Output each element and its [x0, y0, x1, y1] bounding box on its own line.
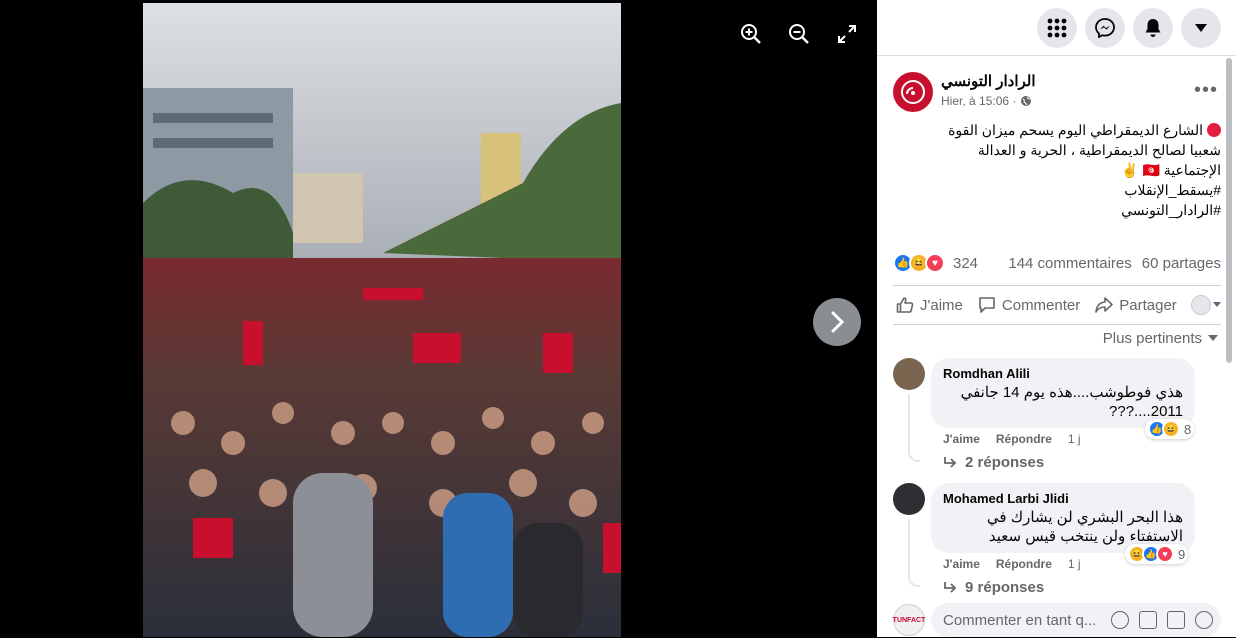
- post-line: الشارع الديمقراطي اليوم يسحم ميزان القوة: [901, 120, 1221, 140]
- post-action-bar: J'aime Commenter Partager: [893, 285, 1221, 325]
- love-reaction-icon: ♥: [925, 253, 945, 273]
- love-reaction-icon: ♥: [1156, 545, 1174, 563]
- comment-actions: J'aime Répondre 1 j: [943, 557, 1081, 571]
- camera-icon[interactable]: [1139, 611, 1157, 629]
- reaction-count[interactable]: 324: [953, 255, 978, 272]
- comment-reaction-count: 8: [1184, 421, 1192, 437]
- post-time-text: Hier, à 15:06 ·: [941, 94, 1017, 108]
- comment-author[interactable]: Mohamed Larbi Jlidi: [943, 491, 1183, 506]
- radar-logo-icon: [901, 80, 925, 104]
- replies-label: 9 réponses: [965, 579, 1045, 596]
- fullscreen-icon[interactable]: [835, 22, 859, 46]
- comment-bubble: Romdhan Alili هذي فوطوشب....هذه يوم 14 ج…: [931, 358, 1195, 428]
- sort-label: Plus pertinents: [1102, 330, 1202, 347]
- comment-reactions[interactable]: 👍 😆 8: [1145, 419, 1195, 439]
- composer-icons: [1111, 611, 1221, 629]
- post-header: الرادار التونسي Hier, à 15:06 ·: [893, 72, 1036, 112]
- haha-reaction-icon: 😆: [1162, 420, 1180, 438]
- current-profile-avatar: [1191, 295, 1211, 315]
- globe-icon: [1021, 96, 1032, 106]
- comment-age[interactable]: 1 j: [1068, 432, 1081, 446]
- emoji-icon[interactable]: [1111, 611, 1129, 629]
- comment-item: Romdhan Alili هذي فوطوشب....هذه يوم 14 ج…: [893, 358, 1213, 488]
- reply-arrow-icon: [944, 581, 957, 593]
- zoom-out-icon[interactable]: [787, 22, 811, 46]
- comment-like-button[interactable]: J'aime: [943, 557, 980, 571]
- reaction-icons[interactable]: 👍 😆 ♥: [893, 253, 945, 273]
- page-name[interactable]: الرادار التونسي: [941, 72, 1036, 90]
- like-button[interactable]: J'aime: [893, 296, 966, 314]
- comment-text-line: هذي فوطوشب....هذه يوم 14 جانفي: [960, 384, 1183, 401]
- menu-grid-button[interactable]: [1037, 7, 1077, 48]
- account-menu-button[interactable]: [1181, 7, 1221, 48]
- gif-icon[interactable]: [1167, 611, 1185, 629]
- post-message: الشارع الديمقراطي اليوم يسحم ميزان القوة…: [901, 120, 1221, 220]
- share-label: Partager: [1119, 296, 1177, 314]
- post-scroll-area: الرادار التونسي Hier, à 15:06 · ••• الشا…: [877, 57, 1236, 637]
- top-navigation-bar: [877, 0, 1236, 56]
- comment-reactions[interactable]: 😆 👍 ♥ 9: [1125, 544, 1189, 564]
- thumbs-up-icon: [896, 297, 914, 313]
- comment-age[interactable]: 1 j: [1068, 557, 1081, 571]
- next-photo-button[interactable]: [813, 298, 861, 346]
- menu-grid-icon: [1047, 18, 1067, 37]
- composer-avatar[interactable]: TUNFACT: [893, 604, 925, 636]
- hashtag-link[interactable]: #يسقط_الإنقلاب: [901, 180, 1221, 200]
- notifications-button[interactable]: [1133, 7, 1173, 48]
- post-photo[interactable]: [143, 3, 621, 637]
- share-arrow-icon: [1095, 297, 1114, 313]
- sticker-icon[interactable]: [1195, 611, 1213, 629]
- post-timestamp[interactable]: Hier, à 15:06 ·: [941, 94, 1036, 108]
- comment-reply-button[interactable]: Répondre: [996, 557, 1052, 571]
- view-replies-button[interactable]: 2 réponses: [943, 454, 1044, 471]
- thread-connector: [908, 519, 920, 587]
- comment-label: Commenter: [1001, 296, 1081, 314]
- more-options-button[interactable]: •••: [1194, 79, 1218, 102]
- page-avatar[interactable]: [893, 72, 933, 112]
- zoom-in-icon[interactable]: [739, 22, 763, 46]
- comment-author[interactable]: Romdhan Alili: [943, 366, 1183, 381]
- caret-down-icon: [1213, 302, 1221, 307]
- comment-actions: J'aime Répondre 1 j: [943, 432, 1081, 446]
- comment-text-line: هذا البحر البشري لن يشارك في: [986, 509, 1183, 526]
- reply-arrow-icon: [944, 456, 957, 468]
- notifications-bell-icon: [1145, 18, 1161, 37]
- like-label: J'aime: [920, 296, 963, 314]
- caret-down-icon: [1208, 335, 1218, 341]
- red-circle-icon: [1207, 123, 1221, 137]
- comment-reaction-count: 9: [1178, 546, 1186, 562]
- commenter-avatar[interactable]: [893, 358, 925, 390]
- chevron-right-icon: [831, 311, 845, 333]
- comment-input-placeholder: Commenter en tant q...: [943, 611, 1097, 629]
- post-line: شعبيا لصالح الديمقراطية ، الحرية و العدا…: [977, 142, 1221, 158]
- view-replies-button[interactable]: 9 réponses: [943, 579, 1044, 596]
- post-details-panel: الرادار التونسي Hier, à 15:06 · ••• الشا…: [877, 0, 1236, 637]
- shares-count[interactable]: 60 partages: [1142, 255, 1221, 272]
- replies-label: 2 réponses: [965, 454, 1045, 471]
- messenger-icon: [1095, 17, 1115, 38]
- comment-bubble-icon: [979, 297, 995, 313]
- comment-text-line: 2011....???: [1109, 403, 1183, 420]
- photo-viewer: [0, 0, 877, 637]
- act-as-selector[interactable]: [1191, 295, 1221, 315]
- comment-bubble: Mohamed Larbi Jlidi هذا البحر البشري لن …: [931, 483, 1195, 553]
- comments-count[interactable]: 144 commentaires: [1008, 255, 1131, 272]
- thread-connector: [908, 394, 920, 462]
- comment-reply-button[interactable]: Répondre: [996, 432, 1052, 446]
- crowd-photo-illustration: [143, 3, 621, 637]
- comment-item: Mohamed Larbi Jlidi هذا البحر البشري لن …: [893, 483, 1213, 613]
- account-caret-icon: [1195, 23, 1207, 32]
- comment-input[interactable]: Commenter en tant q...: [931, 603, 1221, 637]
- comment-composer: TUNFACT Commenter en tant q...: [893, 602, 1221, 638]
- viewer-toolbar: [739, 22, 859, 46]
- commenter-avatar[interactable]: [893, 483, 925, 515]
- comment-button[interactable]: Commenter: [975, 296, 1083, 314]
- comment-sort-dropdown[interactable]: Plus pertinents: [1103, 330, 1218, 347]
- comment-like-button[interactable]: J'aime: [943, 432, 980, 446]
- messenger-button[interactable]: [1085, 7, 1125, 48]
- post-line: الإجتماعية 🇹🇳 ✌: [1121, 162, 1221, 178]
- reactions-summary: 👍 😆 ♥ 324 144 commentaires 60 partages: [893, 252, 1221, 274]
- share-button[interactable]: Partager: [1092, 296, 1180, 314]
- hashtag-link[interactable]: #الرادار_التونسي: [901, 200, 1221, 220]
